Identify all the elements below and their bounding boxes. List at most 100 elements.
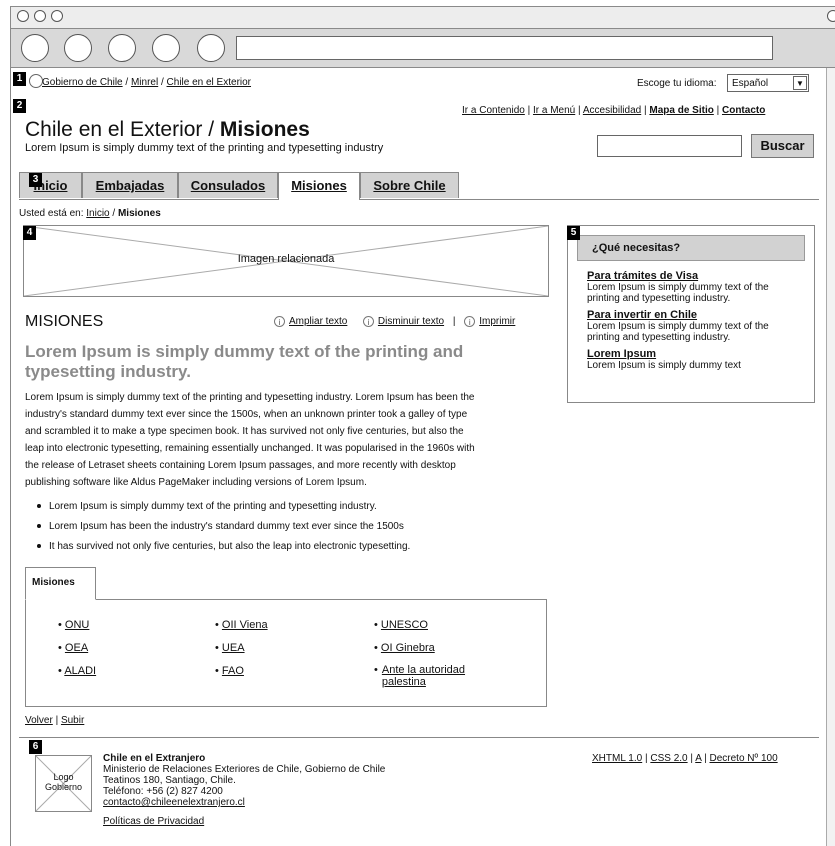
language-label: Escoge tu idioma: bbox=[637, 78, 717, 89]
window-control-icon[interactable] bbox=[827, 10, 835, 22]
ir-contenido-link[interactable]: Ir a Contenido bbox=[462, 105, 525, 116]
forward-button-icon[interactable] bbox=[64, 34, 92, 62]
imprimir-info-icon: i bbox=[464, 316, 476, 327]
footer-contact: Chile en el Extranjero Ministerio de Rel… bbox=[103, 753, 385, 827]
footer-phone: Teléfono: +56 (2) 827 4200 bbox=[103, 786, 223, 797]
list-item: • Ante la autoridad palestina bbox=[374, 660, 494, 688]
zone-badge-5: 5 bbox=[567, 226, 580, 240]
image-label: Imagen relacionada bbox=[237, 253, 335, 265]
mision-link-aladi[interactable]: ALADI bbox=[64, 665, 96, 677]
scrollbar[interactable] bbox=[826, 68, 835, 846]
misiones-col-1: • ONU • OEA • ALADI bbox=[58, 614, 96, 683]
list-item: • UNESCO bbox=[374, 619, 428, 631]
privacy-link[interactable]: Políticas de Privacidad bbox=[103, 816, 385, 827]
chile-exterior-link[interactable]: Chile en el Exterior bbox=[167, 77, 251, 88]
mision-link-oii-viena[interactable]: OII Viena bbox=[222, 619, 268, 631]
mision-link-palestina[interactable]: Ante la autoridad palestina bbox=[382, 664, 494, 688]
address-bar[interactable] bbox=[236, 36, 773, 60]
css-link[interactable]: CSS 2.0 bbox=[650, 753, 687, 764]
misiones-box-tab[interactable]: Misiones bbox=[25, 567, 96, 600]
section-title: MISIONES bbox=[25, 313, 104, 330]
tab-consulados[interactable]: Consulados bbox=[178, 172, 278, 198]
xhtml-link[interactable]: XHTML 1.0 bbox=[592, 753, 642, 764]
mapa-sitio-link[interactable]: Mapa de Sitio bbox=[649, 105, 713, 116]
back-button-icon[interactable] bbox=[21, 34, 49, 62]
search-input[interactable] bbox=[597, 135, 742, 157]
zone-badge-4: 4 bbox=[23, 226, 36, 240]
disminuir-texto-link[interactable]: Disminuir texto bbox=[378, 316, 444, 327]
language-value: Español bbox=[732, 78, 769, 89]
ir-menu-link[interactable]: Ir a Menú bbox=[533, 105, 575, 116]
list-item: • OEA bbox=[58, 642, 89, 654]
text-tools: i Ampliar texto i Disminuir texto | i Impri… bbox=[274, 316, 515, 327]
article-paragraph: Lorem Ipsum is simply dummy text of the … bbox=[25, 392, 475, 488]
zone-badge-6: 6 bbox=[29, 740, 42, 754]
site-tagline: Lorem Ipsum is simply dummy text of the … bbox=[25, 142, 384, 154]
accesibilidad-link[interactable]: Accesibilidad bbox=[583, 105, 641, 116]
minrel-link[interactable]: Minrel bbox=[131, 77, 158, 88]
list-item: It has survived not only five centuries,… bbox=[37, 538, 410, 555]
sidebar-link-lorem[interactable]: Lorem Ipsum bbox=[587, 349, 804, 360]
zone-badge-2: 2 bbox=[13, 99, 26, 113]
browser-toolbar bbox=[10, 28, 835, 68]
misiones-col-2: • OII Viena • UEA • FAO bbox=[215, 614, 268, 683]
home-button-icon[interactable] bbox=[197, 34, 225, 62]
mision-link-fao[interactable]: FAO bbox=[222, 665, 244, 677]
location-breadcrumb: Usted está en: Inicio / Misiones bbox=[19, 208, 161, 219]
zoom-window-icon[interactable] bbox=[51, 10, 63, 22]
list-item: Lorem Ipsum has been the industry's stan… bbox=[37, 518, 410, 535]
related-image-placeholder: Imagen relacionada bbox=[23, 225, 549, 297]
footer-standards: XHTML 1.0 | CSS 2.0 | A | Decreto Nº 100 bbox=[592, 753, 778, 764]
footer-address: Teatinos 180, Santiago, Chile. bbox=[103, 775, 236, 786]
inicio-crumb-link[interactable]: Inicio bbox=[86, 208, 109, 219]
mision-link-onu[interactable]: ONU bbox=[65, 619, 89, 631]
sidebar-text-lorem: Lorem Ipsum is simply dummy text bbox=[587, 360, 741, 371]
tab-embajadas[interactable]: Embajadas bbox=[82, 172, 178, 198]
sidebar-text-invertir: Lorem Ipsum is simply dummy text of the … bbox=[587, 321, 769, 343]
mision-link-oea[interactable]: OEA bbox=[65, 642, 88, 654]
misiones-col-3: • UNESCO • OI Ginebra • Ante la autoridad… bbox=[374, 614, 494, 688]
minimize-window-icon[interactable] bbox=[34, 10, 46, 22]
disminuir-info-icon: i bbox=[362, 316, 374, 327]
zone-badge-1: 1 bbox=[13, 72, 26, 86]
chevron-down-icon: ▼ bbox=[793, 76, 807, 90]
reload-button-icon[interactable] bbox=[108, 34, 136, 62]
mision-link-unesco[interactable]: UNESCO bbox=[381, 619, 428, 631]
mision-link-oi-ginebra[interactable]: OI Ginebra bbox=[381, 642, 435, 654]
tab-sobre-chile[interactable]: Sobre Chile bbox=[360, 172, 459, 198]
bottom-nav-links: Volver | Subir bbox=[25, 715, 85, 726]
contacto-link[interactable]: Contacto bbox=[722, 105, 765, 116]
subir-link[interactable]: Subir bbox=[61, 715, 84, 726]
ampliar-texto-link[interactable]: Ampliar texto bbox=[289, 316, 347, 327]
stop-button-icon[interactable] bbox=[152, 34, 180, 62]
gobierno-link[interactable]: Gobierno de Chile bbox=[42, 77, 123, 88]
imprimir-link[interactable]: Imprimir bbox=[479, 316, 515, 327]
list-item: • OII Viena bbox=[215, 619, 268, 631]
footer-org: Chile en el Extranjero bbox=[103, 753, 206, 764]
logo-label: Logo Gobierno bbox=[44, 772, 83, 792]
decreto-link[interactable]: Decreto Nº 100 bbox=[710, 753, 778, 764]
sidebar-box: ¿Qué necesitas? Para trámites de Visa Lo… bbox=[567, 225, 815, 403]
list-item: • ONU bbox=[58, 619, 90, 631]
article-bullets: Lorem Ipsum is simply dummy text of the … bbox=[37, 498, 410, 555]
list-item: Lorem Ipsum is simply dummy text of the … bbox=[37, 498, 410, 515]
window-titlebar bbox=[10, 6, 835, 28]
language-select[interactable]: Español ▼ bbox=[727, 74, 809, 92]
footer-separator bbox=[19, 737, 819, 738]
search-button[interactable]: Buscar bbox=[751, 134, 814, 158]
list-item: • FAO bbox=[215, 665, 244, 677]
close-window-icon[interactable] bbox=[17, 10, 29, 22]
list-item: • OI Ginebra bbox=[374, 642, 435, 654]
footer-email-link[interactable]: contacto@chileenelextranjero.cl bbox=[103, 797, 385, 808]
zone-badge-3: 3 bbox=[29, 173, 42, 187]
footer-ministry: Ministerio de Relaciones Exteriores de C… bbox=[103, 764, 386, 775]
volver-link[interactable]: Volver bbox=[25, 715, 53, 726]
ampliar-info-icon: i bbox=[274, 316, 285, 327]
site-title: Chile en el Exterior / Misiones bbox=[25, 118, 310, 141]
sidebar-link-visa[interactable]: Para trámites de Visa bbox=[587, 271, 804, 282]
top-breadcrumb: Gobierno de Chile / Minrel / Chile en el… bbox=[42, 77, 252, 88]
sidebar-link-invertir[interactable]: Para invertir en Chile bbox=[587, 310, 804, 321]
tab-misiones[interactable]: Misiones bbox=[278, 172, 360, 200]
mision-link-uea[interactable]: UEA bbox=[222, 642, 245, 654]
logo-gobierno-placeholder: Logo Gobierno bbox=[35, 755, 92, 812]
